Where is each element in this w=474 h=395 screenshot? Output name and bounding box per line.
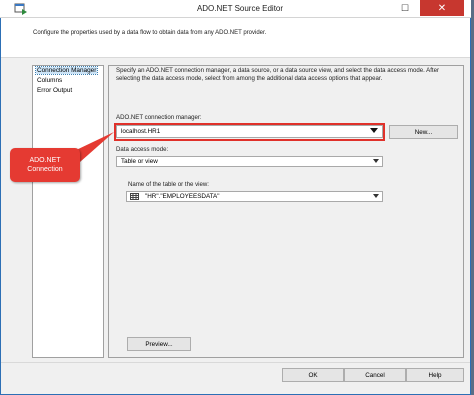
callout-line-1: ADO.NET — [29, 157, 61, 164]
help-button[interactable]: Help — [406, 368, 464, 382]
ok-button[interactable]: OK — [282, 368, 344, 382]
ado-net-connection-callout: ADO.NET Connection — [10, 148, 80, 182]
callout-line-2: Connection — [27, 166, 63, 173]
cancel-button[interactable]: Cancel — [344, 368, 406, 382]
footer-divider — [1, 362, 470, 363]
callout-pointer — [72, 132, 114, 162]
